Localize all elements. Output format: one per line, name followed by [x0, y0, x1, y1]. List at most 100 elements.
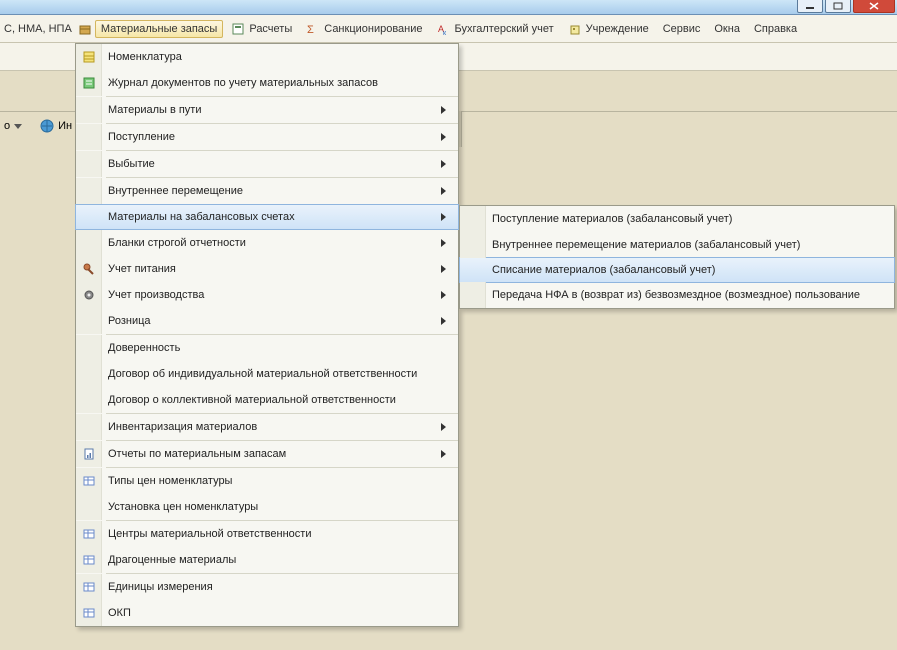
dropdown-item[interactable]: Учет производства [76, 282, 458, 308]
menu-calculations[interactable]: Расчеты [225, 19, 298, 39]
blank-icon [76, 494, 102, 520]
dropdown-item-label: Материалы на забалансовых счетах [106, 211, 441, 223]
table-icon [76, 521, 102, 547]
blank-icon [76, 124, 102, 150]
calc-icon [231, 22, 245, 36]
menu-service[interactable]: Сервис [657, 20, 707, 38]
dropdown-item[interactable]: Внутреннее перемещение [76, 178, 458, 204]
svg-text:Σ: Σ [307, 24, 314, 35]
blank-icon [76, 335, 102, 361]
menubar-fragment: С, НМА, НПА [4, 23, 72, 35]
dropdown-item[interactable]: Центры материальной ответственности [76, 521, 458, 547]
journal-icon [76, 70, 102, 96]
blank-icon [460, 258, 486, 282]
blank-icon [76, 178, 102, 204]
menu-help[interactable]: Справка [748, 20, 803, 38]
dropdown-item[interactable]: ОКП [76, 600, 458, 626]
window-titlebar [0, 0, 897, 15]
blank-icon [76, 387, 102, 413]
dropdown-item-label: Установка цен номенклатуры [106, 501, 452, 513]
dropdown-item[interactable]: Номенклатура [76, 44, 458, 70]
dropdown-item[interactable]: Учет питания [76, 256, 458, 282]
dropdown-item-label: ОКП [106, 607, 452, 619]
dropdown-item-label: Центры материальной ответственности [106, 528, 452, 540]
dropdown-item[interactable]: Инвентаризация материалов [76, 414, 458, 440]
menu-materials[interactable]: Материальные запасы [95, 20, 224, 38]
blank-icon [76, 151, 102, 177]
dropdown-item[interactable]: Розница [76, 308, 458, 334]
dropdown-item[interactable]: Типы цен номенклатуры [76, 468, 458, 494]
table-icon [76, 600, 102, 626]
submenu-arrow-icon [441, 187, 446, 195]
submenu-arrow-icon [441, 265, 446, 273]
menu-label: Справка [754, 23, 797, 35]
dropdown-item[interactable]: Выбытие [76, 151, 458, 177]
close-button[interactable] [853, 0, 895, 13]
menu-label: Бухгалтерский учет [455, 23, 554, 35]
dropdown-item-label: Договор об индивидуальной материальной о… [106, 368, 452, 380]
submenu-item[interactable]: Списание материалов (забалансовый учет) [459, 257, 895, 283]
dropdown-item-label: Единицы измерения [106, 581, 452, 593]
menu-institution[interactable]: Учреждение [562, 19, 655, 39]
dropdown-item[interactable]: Договор о коллективной материальной отве… [76, 387, 458, 413]
dropdown-chevron-icon[interactable] [14, 122, 22, 130]
dropdown-item-label: Учет питания [106, 263, 441, 275]
maximize-button[interactable] [825, 0, 851, 13]
spoon-icon [76, 256, 102, 282]
submenu-item-label: Списание материалов (забалансовый учет) [490, 264, 886, 276]
dropdown-item[interactable]: Отчеты по материальным запасам [76, 441, 458, 467]
dropdown-item[interactable]: Поступление [76, 124, 458, 150]
dropdown-item-label: Поступление [106, 131, 441, 143]
dropdown-item[interactable]: Журнал документов по учету материальных … [76, 70, 458, 96]
submenu-arrow-icon [441, 160, 446, 168]
submenu-arrow-icon [441, 106, 446, 114]
dropdown-item[interactable]: Единицы измерения [76, 574, 458, 600]
menu-label: Расчеты [249, 23, 292, 35]
blank-icon [460, 206, 486, 232]
blank-icon [76, 308, 102, 334]
dropdown-item-label: Договор о коллективной материальной отве… [106, 394, 452, 406]
blank-icon [76, 414, 102, 440]
dropdown-item[interactable]: Доверенность [76, 335, 458, 361]
dropdown-item[interactable]: Бланки строгой отчетности [76, 230, 458, 256]
dropdown-item[interactable]: Установка цен номенклатуры [76, 494, 458, 520]
dropdown-item[interactable]: Драгоценные материалы [76, 547, 458, 573]
minimize-button[interactable] [797, 0, 823, 13]
menu-label: Сервис [663, 23, 701, 35]
menu-label: Учреждение [586, 23, 649, 35]
dropdown-item-label: Учет производства [106, 289, 441, 301]
dropdown-item-label: Выбытие [106, 158, 441, 170]
menu-label: Материальные запасы [101, 23, 218, 35]
menu-windows[interactable]: Окна [708, 20, 746, 38]
dropdown-item[interactable]: Договор об индивидуальной материальной о… [76, 361, 458, 387]
submenu-arrow-icon [441, 213, 446, 221]
dropdown-item-label: Журнал документов по учету материальных … [106, 77, 452, 89]
dropdown-item[interactable]: Материалы на забалансовых счетах [75, 204, 459, 230]
menu-accounting[interactable]: Ак Бухгалтерский учет [431, 19, 560, 39]
dropdown-item-label: Драгоценные материалы [106, 554, 452, 566]
dropdown-item-label: Типы цен номенклатуры [106, 475, 452, 487]
submenu-arrow-icon [441, 423, 446, 431]
submenu-item[interactable]: Поступление материалов (забалансовый уче… [460, 206, 894, 232]
box-icon [78, 22, 92, 36]
dropdown-item[interactable]: Материалы в пути [76, 97, 458, 123]
submenu-arrow-icon [441, 133, 446, 141]
blank-icon [76, 205, 102, 229]
submenu-item[interactable]: Передача НФА в (возврат из) безвозмездно… [460, 282, 894, 308]
blank-icon [76, 230, 102, 256]
blank-icon [76, 97, 102, 123]
offbalance-submenu: Поступление материалов (забалансовый уче… [459, 205, 895, 309]
submenu-item-label: Поступление материалов (забалансовый уче… [490, 213, 886, 225]
submenu-arrow-icon [441, 450, 446, 458]
menu-sanctioning[interactable]: Σ Санкционирование [300, 19, 428, 39]
submenu-item[interactable]: Внутреннее перемещение материалов (забал… [460, 232, 894, 258]
blank-icon [460, 282, 486, 308]
submenu-item-label: Внутреннее перемещение материалов (забал… [490, 239, 886, 251]
gear-icon [76, 282, 102, 308]
menubar: С, НМА, НПА Материальные запасы Расчеты … [0, 15, 897, 43]
dropdown-item-label: Доверенность [106, 342, 452, 354]
dropdown-item-label: Отчеты по материальным запасам [106, 448, 441, 460]
submenu-arrow-icon [441, 291, 446, 299]
globe-icon[interactable] [40, 119, 54, 133]
dropdown-item-label: Инвентаризация материалов [106, 421, 441, 433]
